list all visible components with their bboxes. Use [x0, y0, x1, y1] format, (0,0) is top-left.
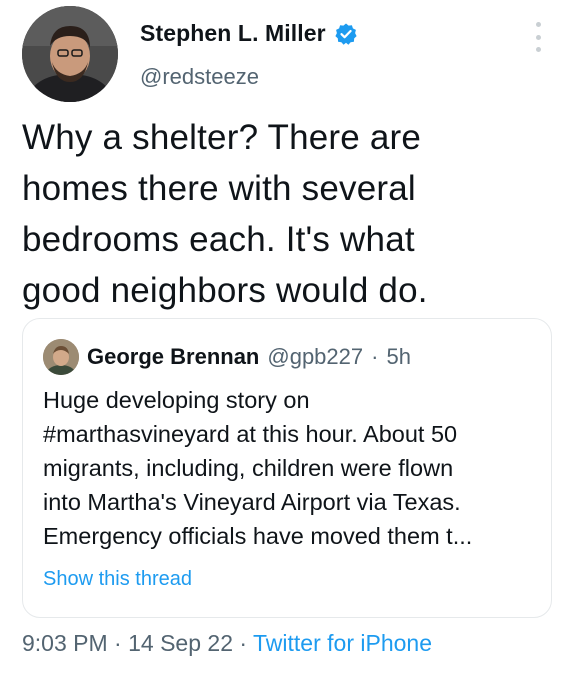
tweet: Stephen L. Miller @redsteeze Why a shelt…	[0, 0, 566, 681]
dot	[535, 34, 541, 40]
author-handle[interactable]: @redsteeze	[140, 64, 259, 90]
meta-separator: ·	[232, 630, 254, 656]
avatar-image	[22, 6, 118, 102]
tweet-date[interactable]: 14 Sep 22	[128, 630, 233, 656]
quoted-timestamp: 5h	[386, 344, 411, 369]
show-thread-link[interactable]: Show this thread	[43, 568, 192, 591]
dot	[535, 22, 541, 27]
quoted-separator: ·	[371, 344, 379, 369]
quoted-tweet[interactable]: George Brennan @gpb227 · 5h Huge develop…	[22, 318, 552, 618]
quoted-author-handle: @gpb227	[267, 344, 364, 369]
dot	[535, 47, 541, 52]
verified-badge-icon	[334, 22, 358, 46]
more-vertical-icon[interactable]	[530, 22, 546, 52]
author-name-row: Stephen L. Miller	[140, 20, 358, 47]
quoted-author-avatar	[43, 339, 79, 375]
tweet-time[interactable]: 9:03 PM	[22, 630, 108, 656]
author-display-name[interactable]: Stephen L. Miller	[140, 20, 326, 47]
quoted-tweet-text: Huge developing story on #marthasvineyar…	[43, 387, 473, 549]
tweet-source-link[interactable]: Twitter for iPhone	[253, 630, 432, 656]
tweet-text: Why a shelter? There are homes there wit…	[22, 118, 428, 310]
meta-separator: ·	[107, 630, 129, 656]
quoted-tweet-header: George Brennan @gpb227 · 5h	[43, 339, 411, 375]
author-avatar[interactable]	[22, 6, 118, 102]
quoted-author-name: George Brennan	[87, 344, 260, 369]
tweet-meta: 9:03 PM · 14 Sep 22 · Twitter for iPhone	[22, 630, 432, 657]
